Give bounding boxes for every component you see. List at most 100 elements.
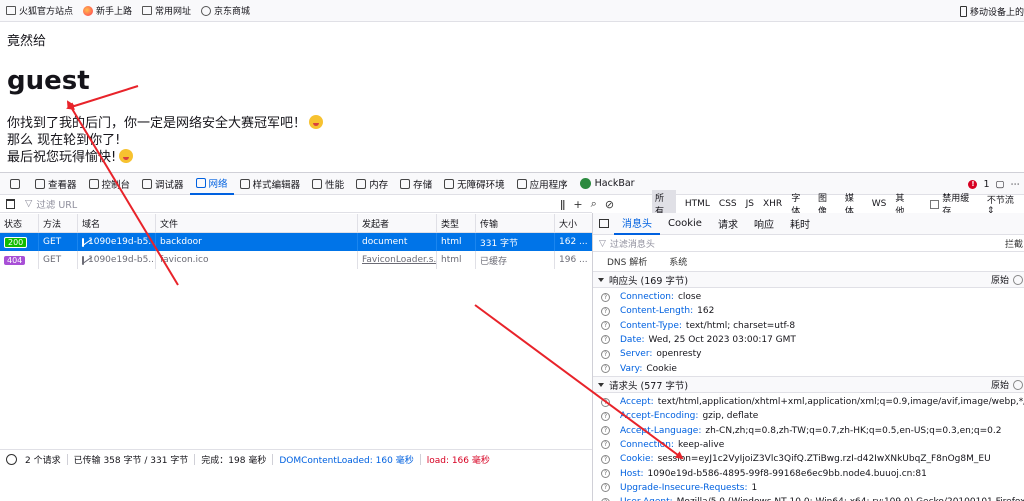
header-value: zh-CN,zh;q=0.8,zh-TW;q=0.7,zh-HK;q=0.5,e…	[705, 425, 1002, 436]
tab-hackbar[interactable]: HackBar	[574, 173, 641, 195]
table-row[interactable]: 200 GET 1090e19d-b5... backdoor document…	[0, 233, 592, 251]
tab-memory[interactable]: 内存	[350, 173, 394, 195]
block-icon[interactable]: ⊘	[605, 198, 614, 211]
header-row[interactable]: ? Connection: keep-alive	[593, 438, 724, 452]
header-row[interactable]: ? Content-Length: 162	[593, 304, 714, 318]
help-icon[interactable]: ?	[601, 349, 610, 359]
bookmark-common-sites[interactable]: 常用网址	[142, 4, 191, 17]
tab-accessibility[interactable]: 无障碍环境	[438, 173, 511, 195]
header-row[interactable]: ? User-Agent: Mozilla/5.0 (Windows NT 10.0…	[593, 495, 1024, 501]
col-status[interactable]: 状态	[0, 214, 39, 232]
col-domain[interactable]: 域名	[78, 214, 156, 232]
bookmark-jd[interactable]: 京东商城	[201, 4, 250, 17]
page-line-1: 竟然给	[7, 34, 47, 49]
row-initiator-link[interactable]: FaviconLoader.s...	[358, 251, 437, 269]
header-row[interactable]: ? Server: openresty	[593, 347, 701, 361]
filter-tag-xhr[interactable]: XHR	[763, 199, 782, 209]
filter-tag-html[interactable]: HTML	[685, 199, 710, 209]
col-type[interactable]: 类型	[437, 214, 476, 232]
tab-timings[interactable]: 耗时	[782, 213, 818, 235]
tab-inspector[interactable]: 查看器	[29, 173, 83, 195]
bookmark-firefox-site[interactable]: 火狐官方站点	[6, 4, 73, 17]
tab-request[interactable]: 请求	[710, 213, 746, 235]
col-transfer[interactable]: 传输	[476, 214, 555, 232]
help-icon[interactable]: ?	[601, 292, 610, 302]
header-row[interactable]: ? Host: 1090e19d-b586-4895-99f8-99168e6ec9…	[593, 467, 927, 481]
help-icon[interactable]: ?	[601, 483, 610, 493]
headers-panel: 消息头 Cookie 请求 响应 耗时 ▽ 过滤消息头 拦截 DNS 解析 系统 …	[592, 213, 1024, 501]
performance-icon	[312, 178, 323, 189]
search-icon[interactable]: ⌕	[591, 197, 597, 211]
tab-cookie[interactable]: Cookie	[660, 213, 710, 235]
request-count: 2 个请求	[25, 455, 61, 466]
debugger-icon	[142, 178, 153, 189]
filter-tag-css[interactable]: CSS	[719, 199, 737, 209]
tongue-emoji-icon	[309, 115, 324, 129]
pick-element-button[interactable]	[4, 173, 29, 195]
mobile-bookmarks[interactable]: 移动设备上的	[959, 0, 1024, 22]
console-icon	[88, 178, 99, 189]
error-count[interactable]: 1	[983, 179, 989, 190]
help-icon[interactable]: ?	[601, 397, 610, 407]
header-key: Content-Type:	[620, 320, 682, 331]
request-headers-section[interactable]: 请求头 (577 字节) 原始	[593, 376, 1024, 393]
help-icon[interactable]: ?	[601, 426, 610, 436]
tab-style-editor[interactable]: 样式编辑器	[234, 173, 307, 195]
clear-trash-icon[interactable]	[6, 198, 15, 209]
header-row[interactable]: ? Content-Type: text/html; charset=utf-8	[593, 319, 795, 333]
filter-url-input[interactable]: 过滤 URL	[36, 197, 77, 211]
header-row[interactable]: ? Vary: Cookie	[593, 362, 677, 376]
header-row[interactable]: ? Cookie: session=eyJ1c2VyIjoiZ3Vlc3QifQ.Z…	[593, 452, 991, 466]
header-row[interactable]: ? Accept: text/html,application/xhtml+xml,…	[593, 395, 1024, 409]
raw-toggle[interactable]: 原始	[991, 378, 1023, 391]
header-key: Host:	[620, 468, 644, 479]
tab-application[interactable]: 应用程序	[511, 173, 574, 195]
filter-headers-input[interactable]: 过滤消息头	[610, 237, 655, 250]
header-row[interactable]: ? Accept-Encoding: gzip, deflate	[593, 409, 758, 423]
help-icon[interactable]: ?	[601, 321, 610, 331]
col-method[interactable]: 方法	[39, 214, 78, 232]
help-icon[interactable]: ?	[601, 364, 610, 373]
header-value: 1	[751, 482, 758, 493]
filter-tag-js[interactable]: JS	[746, 199, 754, 209]
folder-icon	[142, 6, 153, 15]
tab-response[interactable]: 响应	[746, 213, 782, 235]
header-row[interactable]: ? Upgrade-Insecure-Requests: 1	[593, 481, 757, 495]
help-icon[interactable]: ?	[601, 335, 610, 345]
toggle-sidebar-icon[interactable]	[599, 219, 609, 228]
header-row[interactable]: ? Connection: close	[593, 290, 701, 304]
col-size[interactable]: 大小	[555, 214, 592, 232]
dock-button[interactable]: ▢	[996, 179, 1005, 190]
more-menu-icon[interactable]: ⋯	[1011, 179, 1021, 190]
stopwatch-icon[interactable]	[6, 453, 17, 465]
bookmark-getting-started[interactable]: 新手上路	[83, 4, 132, 17]
header-value: session=eyJ1c2VyIjoiZ3Vlc3QifQ.ZTiBwg.rz…	[657, 454, 991, 465]
table-row[interactable]: 404 GET 1090e19d-b5... favicon.ico Favic…	[0, 251, 592, 269]
tab-console[interactable]: 控制台	[83, 173, 137, 195]
response-headers-section[interactable]: 响应头 (169 字节) 原始	[593, 271, 1024, 288]
row-domain: 1090e19d-b5...	[88, 255, 156, 265]
tab-network[interactable]: 网络	[189, 173, 234, 195]
help-icon[interactable]: ?	[601, 454, 610, 464]
tab-headers[interactable]: 消息头	[614, 213, 660, 235]
help-icon[interactable]: ?	[601, 411, 610, 421]
col-file[interactable]: 文件	[156, 214, 358, 232]
block-button[interactable]: 拦截	[1005, 237, 1023, 250]
help-icon[interactable]: ?	[601, 440, 610, 450]
tab-storage[interactable]: 存储	[394, 173, 438, 195]
filter-tag-ws[interactable]: WS	[872, 199, 887, 209]
help-icon[interactable]: ?	[601, 469, 610, 478]
header-row[interactable]: ? Accept-Language: zh-CN,zh;q=0.8,zh-TW;q=…	[593, 424, 1001, 438]
help-icon[interactable]: ?	[601, 497, 610, 501]
pause-icon[interactable]: ǁ	[560, 198, 565, 211]
header-row[interactable]: ? Date: Wed, 25 Oct 2023 03:00:17 GMT	[593, 333, 796, 347]
tab-debugger[interactable]: 调试器	[136, 173, 190, 195]
raw-toggle[interactable]: 原始	[991, 273, 1023, 286]
help-icon[interactable]: ?	[601, 306, 610, 316]
col-initiator[interactable]: 发起者	[358, 214, 437, 232]
tab-performance[interactable]: 性能	[306, 173, 350, 195]
row-file: favicon.ico	[156, 251, 358, 269]
row-transfer: 331 字节	[476, 233, 555, 251]
panel-tabs: 消息头 Cookie 请求 响应 耗时	[593, 213, 1024, 235]
plus-icon[interactable]: +	[573, 198, 582, 211]
